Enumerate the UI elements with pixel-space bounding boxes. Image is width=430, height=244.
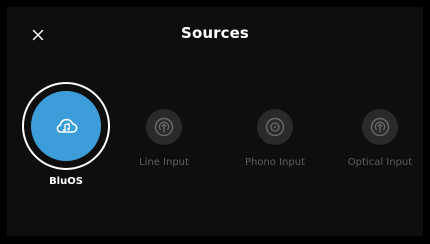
vinyl-record-icon	[265, 117, 285, 137]
source-label-optical-input: Optical Input	[347, 157, 413, 168]
source-label-line-input: Line Input	[139, 157, 189, 168]
line-input-button[interactable]	[146, 109, 182, 145]
page-title: Sources	[181, 24, 249, 42]
source-label-phono-input: Phono Input	[244, 157, 305, 168]
cloud-music-icon	[56, 118, 78, 133]
source-label-bluos: BluOS	[49, 176, 83, 187]
phono-input-button[interactable]	[257, 109, 293, 145]
bluos-button[interactable]	[31, 91, 101, 161]
sources-screen: Sources BluOS Line Input Phono Input Opt…	[0, 0, 430, 244]
optical-input-icon	[370, 117, 390, 137]
antenna-input-icon	[154, 117, 174, 137]
optical-input-button[interactable]	[362, 109, 398, 145]
